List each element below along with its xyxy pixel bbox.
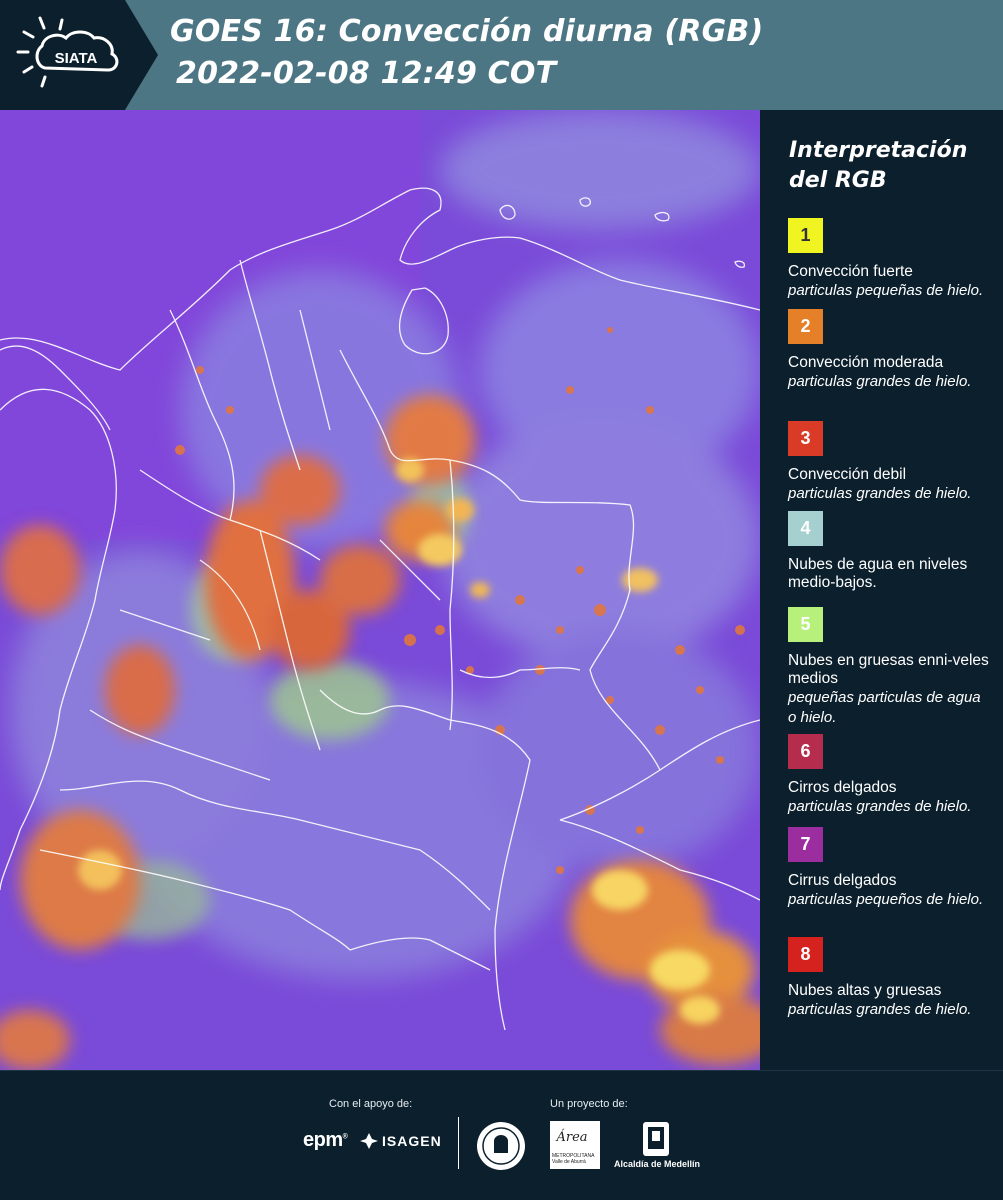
legend-swatch-4: 4 xyxy=(788,511,823,546)
legend-sub-7: particulas pequeños de hielo. xyxy=(788,891,984,908)
legend-item-2: 2 Convección moderada particulas grandes… xyxy=(788,309,993,392)
timestamp: 2022-02-08 12:49 COT xyxy=(176,56,557,91)
legend-name-5: Nubes en gruesas enni-veles medios xyxy=(788,652,989,687)
legend-name-8: Nubes altas y gruesas xyxy=(788,982,942,999)
legend-item-6: 6 Cirros delgados particulas grandes de … xyxy=(788,734,993,817)
isagen-logo[interactable]: ISAGEN xyxy=(360,1133,442,1149)
epm-logo[interactable]: epm® xyxy=(303,1129,348,1152)
seal-icon xyxy=(477,1122,525,1170)
legend-swatch-3: 3 xyxy=(788,421,823,456)
legend-name-2: Convección moderada xyxy=(788,354,944,371)
support-label: Con el apoyo de: xyxy=(329,1098,413,1110)
legend-sub-3: particulas grandes de hielo. xyxy=(788,485,972,502)
legend-swatch-8: 8 xyxy=(788,937,823,972)
legend-sub-5: pequeñas particulas de agua o hielo. xyxy=(788,689,981,726)
alcaldia-label: Alcaldía de Medellín xyxy=(613,1159,701,1169)
legend-title: Interpretación del RGB xyxy=(789,138,968,193)
alcaldia-medellin-logo[interactable]: Alcaldía de Medellín xyxy=(612,1121,702,1169)
legend-sub-1: particulas pequeñas de hielo. xyxy=(788,282,984,299)
legend-name-4: Nubes de agua en niveles medio-bajos. xyxy=(788,556,968,591)
seal-logo[interactable] xyxy=(476,1121,526,1176)
legend-item-4: 4 Nubes de agua en niveles medio-bajos. xyxy=(788,511,993,592)
legend-sub-6: particulas grandes de hielo. xyxy=(788,798,972,815)
legend-swatch-6: 6 xyxy=(788,734,823,769)
page-title: GOES 16: Convección diurna (RGB) xyxy=(170,14,764,49)
legend-swatch-5: 5 xyxy=(788,607,823,642)
legend-name-6: Cirros delgados xyxy=(788,779,897,796)
legend-name-1: Convección fuerte xyxy=(788,263,913,280)
legend-item-7: 7 Cirrus delgados particulas pequeños de… xyxy=(788,827,993,910)
area-metropolitana-icon: Área xyxy=(555,1129,587,1145)
legend-sub-8: particulas grandes de hielo. xyxy=(788,1001,972,1018)
isagen-icon xyxy=(360,1133,378,1149)
legend-item-3: 3 Convección debil particulas grandes de… xyxy=(788,421,993,504)
project-label: Un proyecto de: xyxy=(550,1098,628,1110)
legend-item-8: 8 Nubes altas y gruesas particulas grand… xyxy=(788,937,993,1020)
svg-text:Área: Área xyxy=(555,1129,587,1145)
legend-swatch-1: 1 xyxy=(788,218,823,253)
siata-logo-icon: SIATA xyxy=(0,0,158,110)
legend-item-5: 5 Nubes en gruesas enni-veles medios peq… xyxy=(788,607,993,728)
header-bar: SIATA GOES 16: Convección diurna (RGB) 2… xyxy=(0,0,1003,110)
satellite-map[interactable] xyxy=(0,110,760,1070)
legend-swatch-7: 7 xyxy=(788,827,823,862)
satellite-map-image xyxy=(0,110,760,1070)
footer-divider xyxy=(458,1117,459,1169)
legend-name-3: Convección debil xyxy=(788,466,907,483)
legend-swatch-2: 2 xyxy=(788,309,823,344)
legend-name-7: Cirrus delgados xyxy=(788,872,897,889)
svg-text:SIATA: SIATA xyxy=(55,50,98,67)
legend-item-1: 1 Convección fuerte particulas pequeñas … xyxy=(788,218,993,301)
legend-panel: Interpretación del RGB 1 Convección fuer… xyxy=(760,110,1003,1070)
legend-sub-2: particulas grandes de hielo. xyxy=(788,373,972,390)
footer: Con el apoyo de: Un proyecto de: epm® IS… xyxy=(0,1070,1003,1200)
area-metropolitana-logo[interactable]: Área METROPOLITANA Valle de Aburrá xyxy=(550,1121,600,1169)
alcaldia-shield-icon xyxy=(643,1122,669,1156)
siata-logo[interactable]: SIATA xyxy=(0,0,160,110)
